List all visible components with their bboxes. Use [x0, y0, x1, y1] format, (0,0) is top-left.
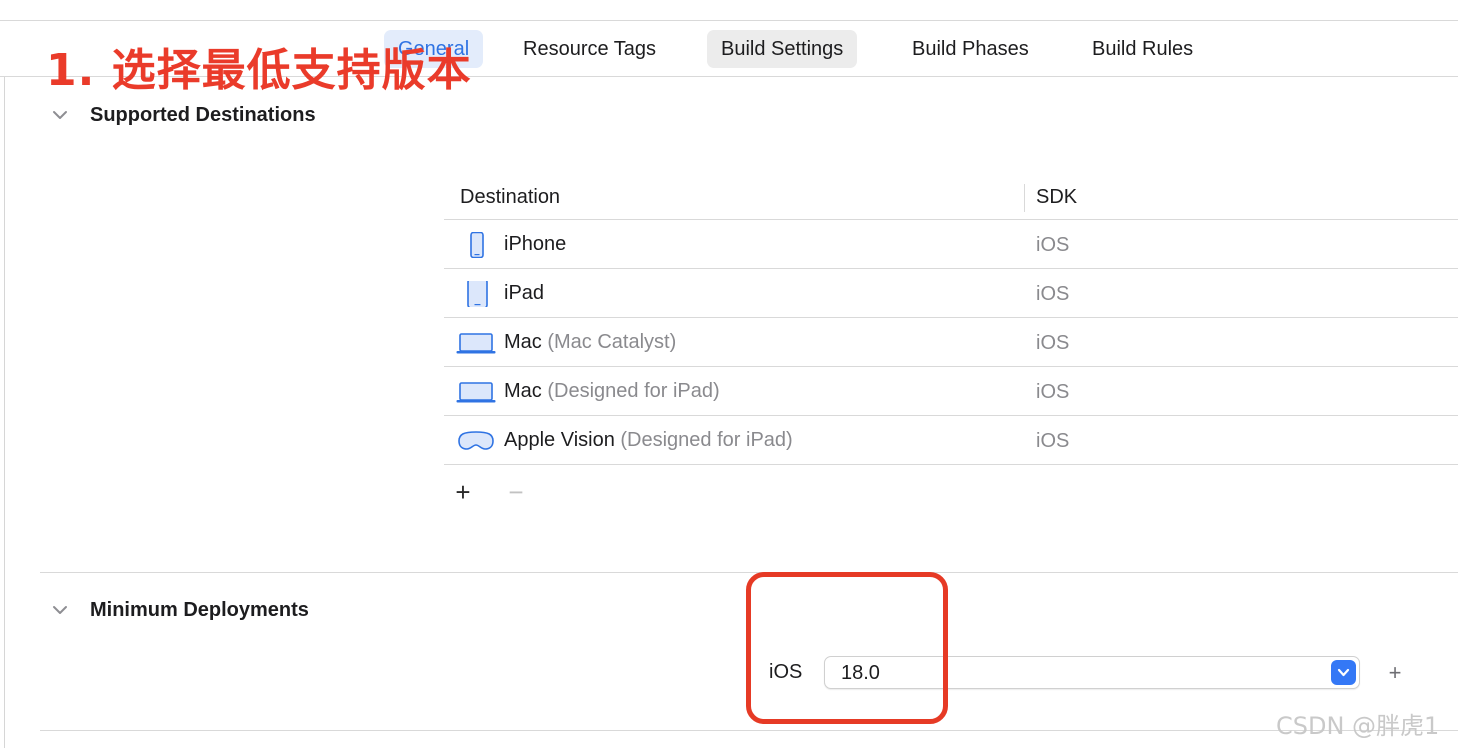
destination-name: Mac (Designed for iPad) — [504, 380, 720, 402]
iphone-icon — [470, 232, 484, 258]
supported-destinations-title: Supported Destinations — [90, 104, 316, 126]
destination-sdk: iOS — [1036, 234, 1070, 256]
annotation-highlight-box — [746, 572, 948, 724]
annotation-title: 1. 选择最低支持版本 — [46, 45, 472, 96]
column-header-destination[interactable]: Destination — [460, 186, 560, 209]
tab-build-settings[interactable]: Build Settings — [707, 30, 858, 68]
column-divider — [1024, 184, 1025, 212]
table-row[interactable]: iPhone iOS — [444, 220, 1458, 269]
laptop-icon — [456, 333, 496, 354]
add-destination-button[interactable]: + — [450, 477, 476, 508]
minimum-deployments-toggle[interactable] — [52, 602, 68, 623]
ipad-icon — [467, 281, 488, 307]
chevron-down-icon — [53, 606, 67, 614]
tab-resource-tags[interactable]: Resource Tags — [509, 30, 670, 68]
destination-sdk: iOS — [1036, 332, 1070, 354]
destination-name: iPhone — [504, 233, 567, 255]
chevron-down-icon — [53, 111, 67, 119]
destination-name: iPad — [504, 282, 545, 304]
tab-build-phases[interactable]: Build Phases — [898, 30, 1043, 68]
add-deployment-button[interactable]: + — [1384, 660, 1406, 686]
remove-destination-button[interactable]: − — [503, 477, 529, 508]
sidebar-edge — [4, 77, 5, 748]
table-row[interactable]: Mac (Mac Catalyst) iOS — [444, 318, 1458, 367]
column-header-sdk[interactable]: SDK — [1036, 186, 1077, 209]
chevron-down-icon[interactable] — [1331, 660, 1356, 685]
destinations-table: Destination SDK iPhone iOS iPad iOS Mac … — [444, 176, 1458, 465]
vision-headset-icon — [458, 431, 494, 450]
table-row[interactable]: iPad iOS — [444, 269, 1458, 318]
laptop-icon — [456, 382, 496, 403]
table-row[interactable]: Apple Vision (Designed for iPad) iOS — [444, 416, 1458, 465]
top-border — [0, 0, 1458, 21]
table-header: Destination SDK — [444, 176, 1458, 220]
minimum-deployments-title: Minimum Deployments — [90, 599, 309, 621]
table-row[interactable]: Mac (Designed for iPad) iOS — [444, 367, 1458, 416]
destination-sdk: iOS — [1036, 430, 1070, 452]
destination-sdk: iOS — [1036, 381, 1070, 403]
tab-build-rules[interactable]: Build Rules — [1078, 30, 1207, 68]
section-divider — [40, 572, 1458, 573]
supported-destinations-toggle[interactable] — [52, 107, 68, 128]
destination-name: Apple Vision (Designed for iPad) — [504, 429, 793, 451]
destination-name: Mac (Mac Catalyst) — [504, 331, 677, 353]
section-divider — [40, 730, 1458, 731]
destination-sdk: iOS — [1036, 283, 1070, 305]
watermark: CSDN @胖虎1 — [1276, 712, 1440, 740]
